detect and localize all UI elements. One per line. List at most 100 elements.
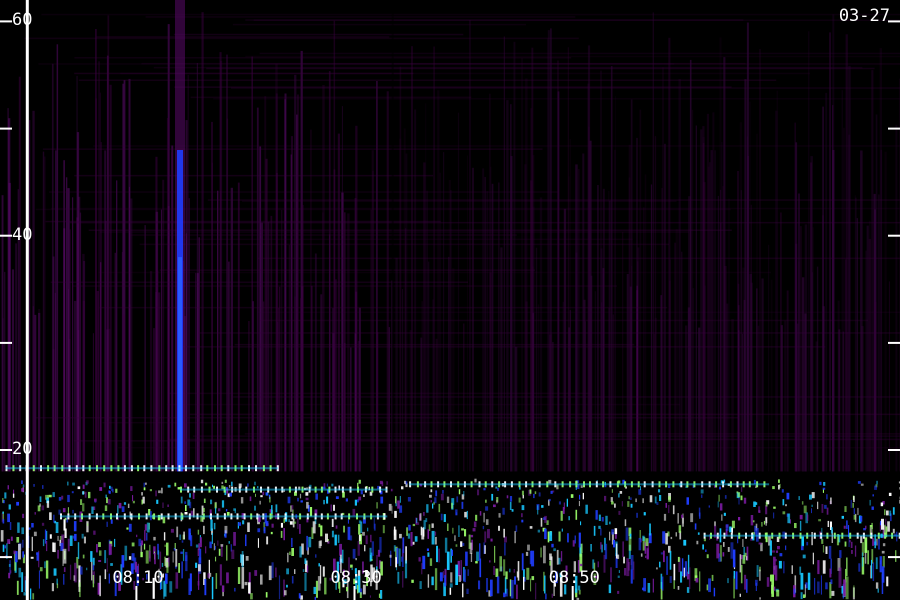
noise-speck — [814, 578, 816, 595]
noise-speck — [811, 504, 813, 507]
haze-streak — [746, 22, 749, 472]
noise-speck — [434, 531, 437, 536]
noise-speck — [719, 503, 723, 511]
noise-speck — [496, 576, 500, 594]
haze-streak — [376, 332, 379, 472]
noise-speck — [167, 484, 171, 488]
noise-speck — [706, 554, 709, 559]
noise-speck — [483, 542, 485, 554]
haze-band — [74, 72, 414, 75]
noise-speck — [490, 538, 493, 542]
noise-speck — [549, 553, 552, 561]
x-tick-label: 08:30 — [330, 568, 382, 588]
noise-speck — [72, 482, 75, 486]
noise-speck — [649, 495, 653, 503]
noise-speck — [32, 593, 35, 600]
noise-speck — [642, 535, 645, 541]
haze-streak — [185, 233, 187, 472]
line-glow — [60, 515, 388, 518]
haze-streak — [500, 247, 503, 472]
noise-speck — [759, 569, 761, 581]
haze-streak — [719, 37, 722, 472]
noise-speck — [696, 540, 699, 545]
noise-speck — [430, 489, 433, 493]
noise-speck — [427, 574, 430, 588]
haze-streak — [121, 252, 123, 472]
noise-speck — [162, 516, 166, 524]
noise-speck — [44, 561, 46, 569]
haze-band — [93, 145, 900, 147]
noise-speck — [280, 530, 283, 538]
noise-speck — [853, 508, 855, 515]
noise-speck — [204, 579, 207, 596]
noise-speck — [744, 574, 747, 590]
noise-speck — [419, 581, 422, 589]
noise-speck — [452, 527, 454, 534]
noise-speck — [108, 543, 112, 555]
haze-streak — [29, 120, 31, 472]
noise-speck — [830, 497, 832, 505]
noise-speck — [778, 484, 780, 490]
noise-speck — [822, 560, 826, 574]
noise-speck — [609, 531, 611, 541]
noise-speck — [434, 497, 437, 504]
noise-speck — [90, 551, 93, 562]
noise-speck — [485, 499, 487, 503]
haze-band — [73, 440, 521, 442]
noise-speck — [629, 497, 632, 500]
noise-speck — [358, 524, 361, 535]
noise-speck — [363, 494, 365, 497]
haze-streak — [750, 204, 752, 472]
haze-streak — [794, 122, 796, 472]
noise-speck — [149, 489, 152, 492]
noise-speck — [257, 538, 259, 548]
noise-speck — [819, 481, 822, 486]
noise-speck — [176, 526, 179, 538]
noise-speck — [52, 542, 54, 552]
noise-speck — [504, 542, 506, 556]
noise-speck — [397, 571, 400, 584]
noise-speck — [582, 492, 584, 500]
noise-speck — [62, 549, 64, 566]
noise-speck — [662, 531, 666, 544]
haze-streak — [895, 124, 898, 472]
noise-speck — [110, 563, 113, 566]
noise-speck — [547, 531, 550, 543]
haze-streak — [54, 292, 56, 472]
noise-speck — [112, 488, 114, 493]
noise-speck — [772, 550, 775, 553]
noise-speck — [787, 513, 791, 524]
noise-speck — [265, 592, 268, 598]
noise-speck — [540, 547, 542, 558]
noise-speck — [381, 481, 384, 487]
noise-speck — [141, 499, 143, 505]
noise-speck — [241, 551, 244, 568]
noise-speck — [30, 588, 32, 600]
noise-speck — [509, 501, 512, 510]
noise-speck — [598, 525, 601, 529]
noise-speck — [458, 489, 461, 495]
noise-speck — [513, 569, 515, 573]
noise-speck — [72, 509, 74, 514]
noise-speck — [438, 548, 440, 563]
haze-streak — [530, 180, 533, 472]
y-minor-tick-left — [0, 556, 12, 559]
haze-band — [118, 446, 900, 449]
noise-speck — [86, 480, 89, 484]
noise-speck — [701, 494, 703, 498]
noise-speck — [427, 529, 429, 539]
noise-speck — [407, 497, 411, 502]
noise-speck — [365, 535, 368, 545]
noise-speck — [503, 559, 506, 576]
noise-speck — [496, 497, 499, 503]
noise-speck — [791, 565, 793, 574]
noise-speck — [750, 515, 754, 526]
haze-streak — [237, 182, 240, 472]
spectrogram-plot — [0, 0, 900, 600]
haze-streak — [837, 300, 840, 472]
haze-streak — [703, 182, 706, 472]
haze-streak — [784, 320, 787, 472]
noise-speck — [493, 504, 496, 508]
noise-speck — [625, 527, 629, 541]
noise-speck — [245, 556, 249, 561]
